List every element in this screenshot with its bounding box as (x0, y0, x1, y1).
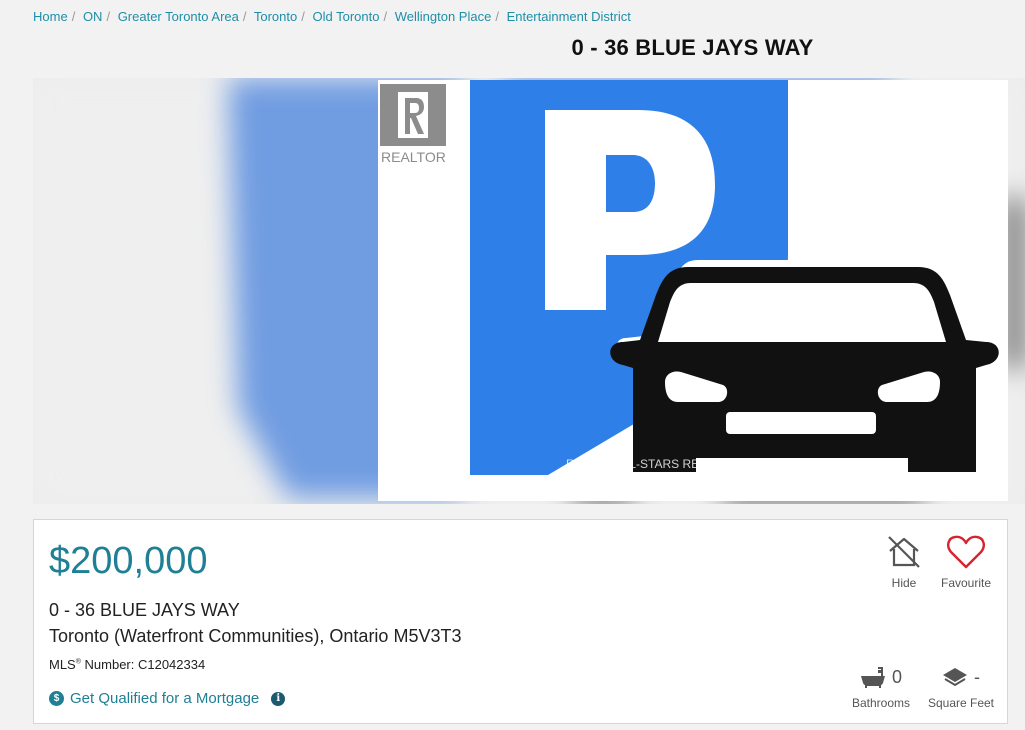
page-title: 0 - 36 BLUE JAYS WAY (571, 35, 814, 60)
brokerage-watermark: RE/MAX ALL-STARS REALTY INC., Brokerage (566, 457, 818, 471)
breadcrumb-district[interactable]: Old Toronto (313, 9, 380, 24)
breadcrumb-area[interactable]: Entertainment District (507, 9, 631, 24)
square-feet-stat: - Square Feet (924, 666, 998, 711)
bathrooms-label: Bathrooms (851, 696, 911, 710)
listing-price: $200,000 (49, 540, 208, 582)
address-line-2: Toronto (Waterfront Communities), Ontari… (49, 626, 462, 646)
hide-label: Hide (891, 576, 917, 590)
area-layers-icon (943, 668, 967, 687)
listing-photo[interactable]: REALTOR RE/MAX ALL-STARS REALTY INC., Br… (378, 80, 1008, 501)
listing-summary-card: $200,000 0 - 36 BLUE JAYS WAY Toronto (W… (33, 519, 1008, 724)
realtor-logo: REALTOR (380, 84, 446, 165)
photo-gallery[interactable]: REALTOR RE/MAX ALL-STARS REALTY INC., Br… (33, 78, 1025, 504)
breadcrumb-region[interactable]: Greater Toronto Area (118, 9, 239, 24)
address-line-1: 0 - 36 BLUE JAYS WAY (49, 600, 240, 620)
bathrooms-stat: 0 Bathrooms (846, 666, 916, 711)
breadcrumb-neighbourhood[interactable]: Wellington Place (395, 9, 492, 24)
dollar-icon: $ (49, 691, 64, 706)
bathtub-icon (860, 667, 885, 688)
square-feet-label: Square Feet (927, 696, 995, 710)
info-icon[interactable]: i (271, 691, 286, 706)
favourite-label: Favourite (940, 576, 992, 590)
breadcrumb-city[interactable]: Toronto (254, 9, 297, 24)
square-feet-value: - (974, 666, 980, 687)
bathrooms-value: 0 (891, 666, 902, 687)
heart-icon (947, 535, 985, 569)
favourite-button[interactable]: Favourite (934, 534, 998, 590)
mls-number: MLS® Number: C12042334 (49, 657, 206, 672)
breadcrumb-home[interactable]: Home (33, 9, 68, 24)
car-icon (610, 260, 999, 475)
breadcrumb-province[interactable]: ON (83, 9, 103, 24)
mortgage-link[interactable]: $ Get Qualified for a Mortgage i (49, 690, 286, 707)
breadcrumb: Home / ON / Greater Toronto Area / Toronto /… (33, 9, 631, 24)
svg-text:REALTOR: REALTOR (381, 149, 446, 165)
hide-button[interactable]: Hide (882, 534, 926, 590)
mortgage-link-label: Get Qualified for a Mortgage (70, 690, 260, 707)
hide-house-icon (888, 536, 920, 568)
